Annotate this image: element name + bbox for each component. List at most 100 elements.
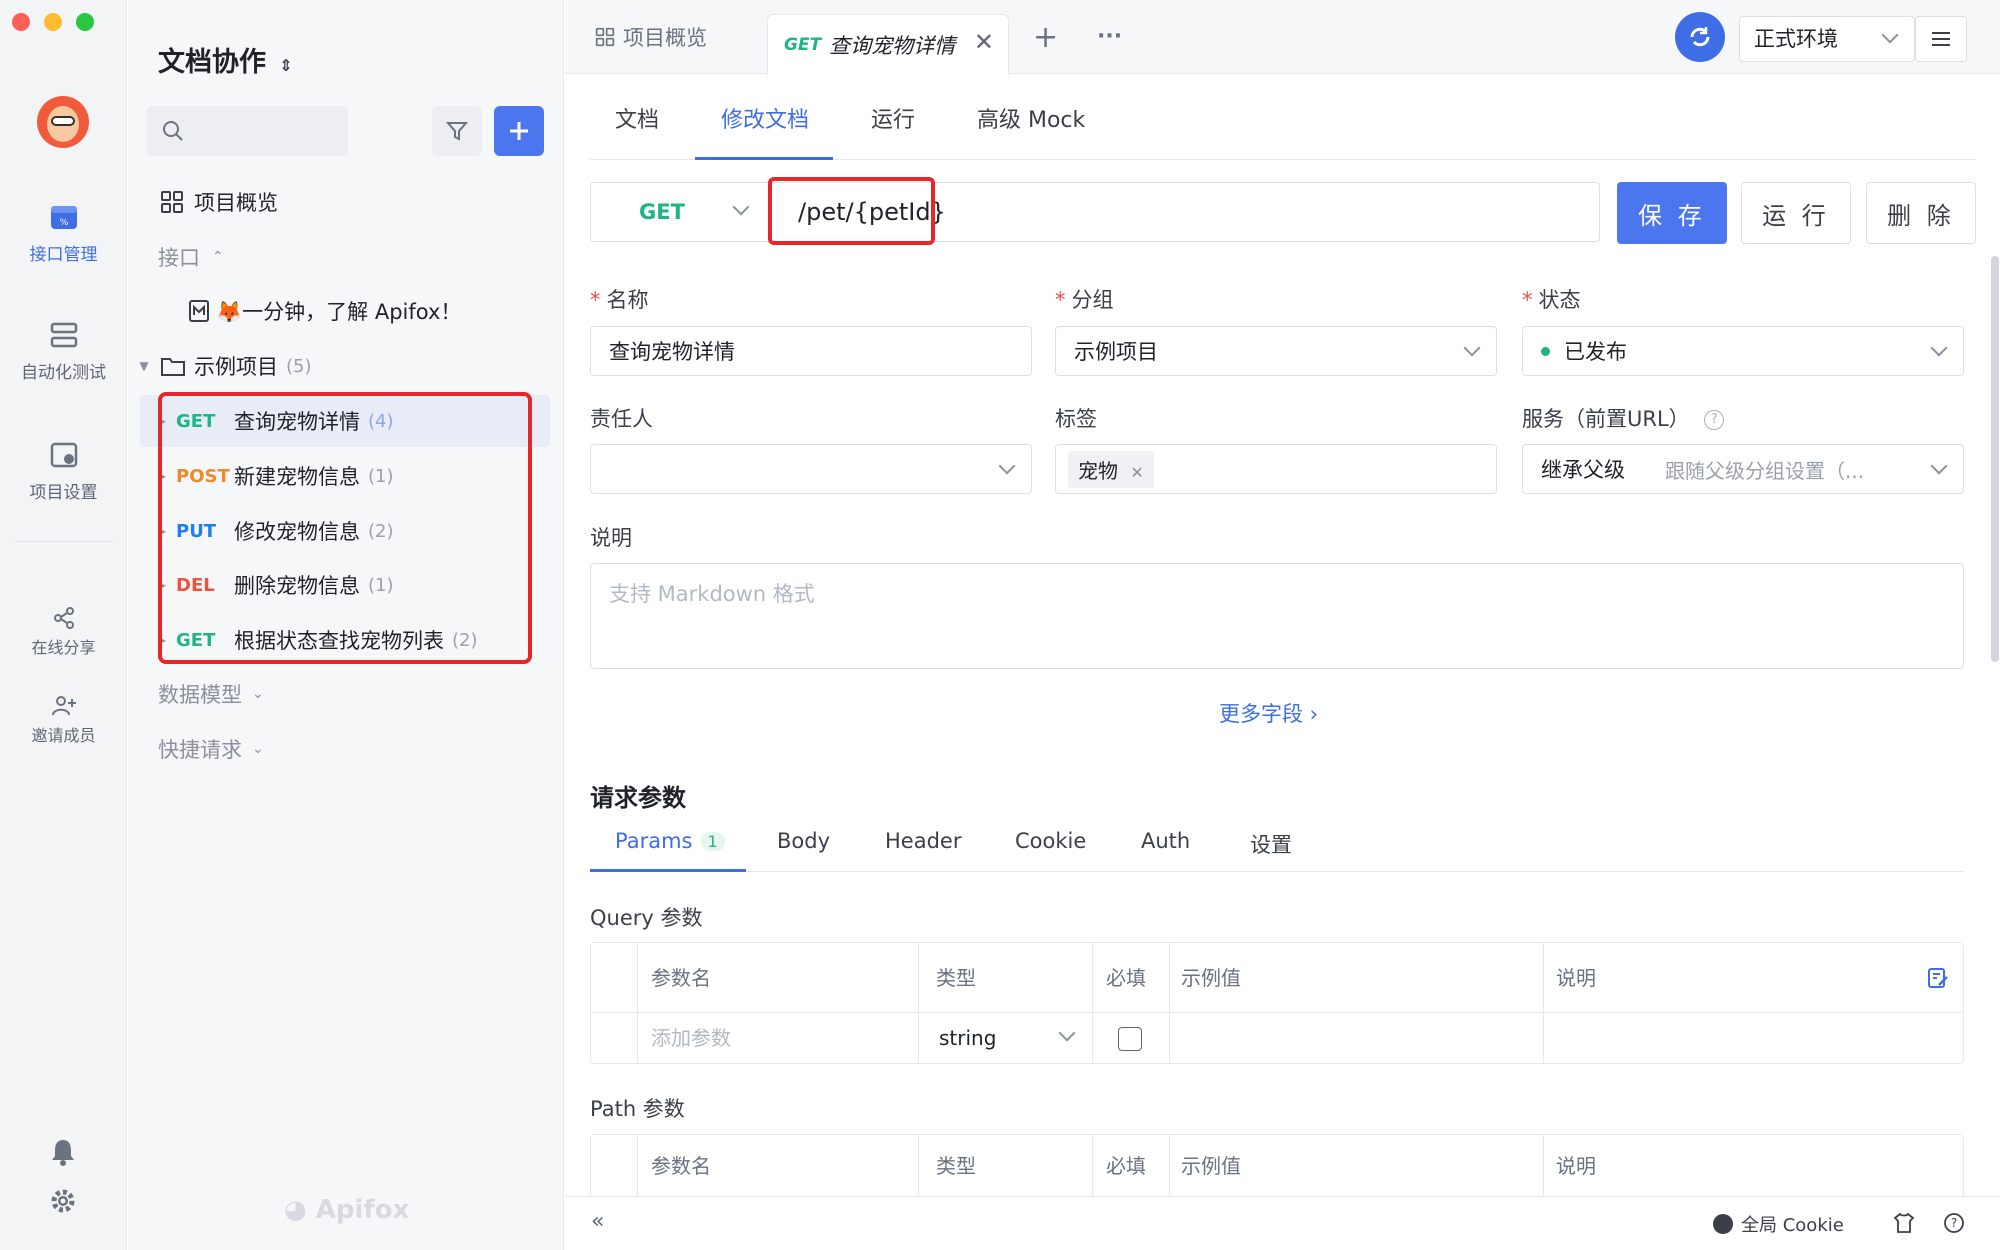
params-tab-settings[interactable]: 设置 — [1250, 829, 1292, 859]
section-data-models[interactable]: 数据模型 ⌄ — [128, 669, 564, 719]
method-select[interactable]: GET — [591, 183, 765, 241]
add-button[interactable] — [494, 106, 544, 156]
tab-overview[interactable]: 项目概览 — [595, 22, 707, 52]
rail-item-api-management[interactable]: % 接口管理 — [0, 202, 127, 265]
col-example: 示例值 — [1181, 966, 1241, 990]
col-divider — [918, 1135, 919, 1197]
type-select[interactable]: string — [919, 1013, 1091, 1063]
tree-item-overview[interactable]: 项目概览 — [128, 177, 564, 227]
caret-down-icon: ▼ — [139, 359, 149, 373]
col-description: 说明 — [1556, 966, 1596, 990]
project-settings-icon — [50, 442, 77, 468]
service-value: 继承父级 — [1541, 458, 1625, 482]
scrollbar[interactable] — [1991, 256, 1999, 662]
global-cookie-button[interactable]: 全局 Cookie — [1713, 1211, 1844, 1237]
rail-label-share: 在线分享 — [31, 638, 96, 657]
tab-method: GET — [784, 35, 822, 55]
add-param-input[interactable]: 添加参数 — [651, 1013, 731, 1063]
description-textarea[interactable]: 支持 Markdown 格式 — [590, 563, 1964, 669]
save-button[interactable]: 保 存 — [1617, 182, 1727, 244]
folder-count: (5) — [286, 355, 312, 377]
share-icon — [53, 607, 74, 629]
help-icon[interactable]: ? — [1943, 1212, 1965, 1234]
rail-item-automation-test[interactable]: 自动化测试 — [0, 320, 127, 383]
api-management-icon: % — [50, 206, 77, 229]
shirt-icon[interactable] — [1893, 1212, 1915, 1234]
tab-overview-label: 项目概览 — [623, 26, 707, 50]
folder-name: 示例项目 — [194, 355, 278, 379]
group-select[interactable]: 示例项目 — [1055, 326, 1497, 376]
delete-button[interactable]: 删 除 — [1866, 182, 1976, 244]
minimize-window-button[interactable] — [44, 13, 62, 31]
subtab-doc[interactable]: 文档 — [615, 100, 659, 160]
rail-item-invite[interactable]: 邀请成员 — [0, 694, 127, 746]
remove-tag-icon[interactable]: ✕ — [1130, 463, 1143, 482]
section-interface-label: 接口 — [158, 246, 200, 270]
tree-item-intro-doc[interactable]: 🦊一分钟，了解 Apifox！ — [128, 286, 564, 336]
more-tabs-button[interactable]: ··· — [1097, 24, 1122, 49]
gear-icon[interactable] — [49, 1187, 77, 1215]
chevron-down-icon — [1058, 1024, 1076, 1042]
environment-select[interactable]: 正式环境 — [1739, 16, 1915, 62]
query-params-table: 参数名 类型 必填 示例值 说明 添加参数 string — [590, 942, 1964, 1064]
chevron-down-icon: ⌄ — [252, 686, 264, 702]
subtab-edit-doc[interactable]: 修改文档 — [721, 100, 809, 160]
close-window-button[interactable] — [12, 13, 30, 31]
service-select[interactable]: 继承父级 跟随父级分组设置（... — [1522, 444, 1964, 494]
maximize-window-button[interactable] — [76, 13, 94, 31]
help-icon[interactable]: ? — [1704, 410, 1725, 430]
api-tree-panel: 文档协作 ⇕ 项目概览 接口 ⌃ 🦊一分钟，了解 Apifox！ ▼ 示例项目 … — [128, 0, 564, 1250]
params-tab-auth[interactable]: Auth — [1141, 829, 1190, 853]
filter-button[interactable] — [432, 106, 482, 156]
chevron-down-icon: ⌄ — [252, 741, 264, 757]
new-tab-button[interactable]: + — [1033, 20, 1058, 55]
project-switcher[interactable]: 文档协作 ⇕ — [158, 40, 293, 79]
subtab-advanced-mock[interactable]: 高级 Mock — [977, 100, 1085, 160]
rail-label-automation-test: 自动化测试 — [21, 363, 106, 383]
params-tab-body[interactable]: Body — [777, 829, 830, 853]
project-title: 文档协作 — [158, 47, 266, 78]
automation-test-icon — [50, 322, 77, 348]
tab-active-endpoint[interactable]: GET 查询宠物详情 ✕ — [767, 14, 1009, 75]
subtab-run[interactable]: 运行 — [871, 100, 915, 160]
required-checkbox[interactable] — [1118, 1027, 1142, 1051]
left-rail: % 接口管理 自动化测试 项目设置 在线分享 邀请成员 — [0, 0, 127, 1250]
chevron-down-icon — [732, 198, 750, 216]
owner-select[interactable] — [590, 444, 1032, 494]
section-interface[interactable]: 接口 ⌃ — [128, 232, 564, 282]
tree-folder-example[interactable]: ▼ 示例项目 (5) — [128, 341, 564, 391]
name-input[interactable]: 查询宠物详情 — [590, 326, 1032, 376]
tags-input[interactable]: 宠物 ✕ — [1055, 444, 1497, 494]
cookie-icon — [1713, 1214, 1733, 1234]
col-divider — [1092, 943, 1093, 1063]
col-divider — [1169, 943, 1170, 1063]
rail-item-project-settings[interactable]: 项目设置 — [0, 440, 127, 503]
switch-icon: ⇕ — [279, 56, 293, 75]
bulk-edit-icon[interactable] — [1927, 967, 1949, 989]
section-quick-requests[interactable]: 快捷请求 ⌄ — [128, 724, 564, 774]
service-hint: 跟随父级分组设置（... — [1665, 458, 1865, 483]
status-select[interactable]: 已发布 — [1522, 326, 1964, 376]
more-fields-link[interactable]: 更多字段 › — [1219, 698, 1318, 728]
tree-search-input[interactable] — [146, 106, 348, 156]
path-highlight-box — [768, 177, 935, 245]
bell-icon[interactable] — [50, 1138, 76, 1166]
avatar[interactable] — [37, 96, 89, 148]
group-value: 示例项目 — [1074, 340, 1158, 364]
run-button[interactable]: 运 行 — [1741, 182, 1851, 244]
close-icon[interactable]: ✕ — [974, 28, 994, 56]
menu-button[interactable] — [1915, 16, 1967, 62]
params-tab-cookie[interactable]: Cookie — [1015, 829, 1086, 853]
params-tab-label: Params — [615, 829, 693, 853]
rail-label-invite: 邀请成员 — [31, 726, 96, 745]
sync-button[interactable] — [1675, 12, 1725, 62]
apifox-logo-icon: ◕ — [284, 1195, 307, 1225]
apifox-watermark: ◕ Apifox — [284, 1195, 409, 1225]
rail-item-share[interactable]: 在线分享 — [0, 606, 127, 658]
params-section-title: 请求参数 — [590, 784, 686, 812]
params-tab-params[interactable]: Params 1 — [615, 829, 725, 853]
params-tab-header[interactable]: Header — [885, 829, 961, 853]
overview-label: 项目概览 — [194, 191, 278, 215]
collapse-sidebar-icon[interactable]: « — [591, 1209, 604, 1234]
markdown-doc-icon — [189, 300, 209, 322]
